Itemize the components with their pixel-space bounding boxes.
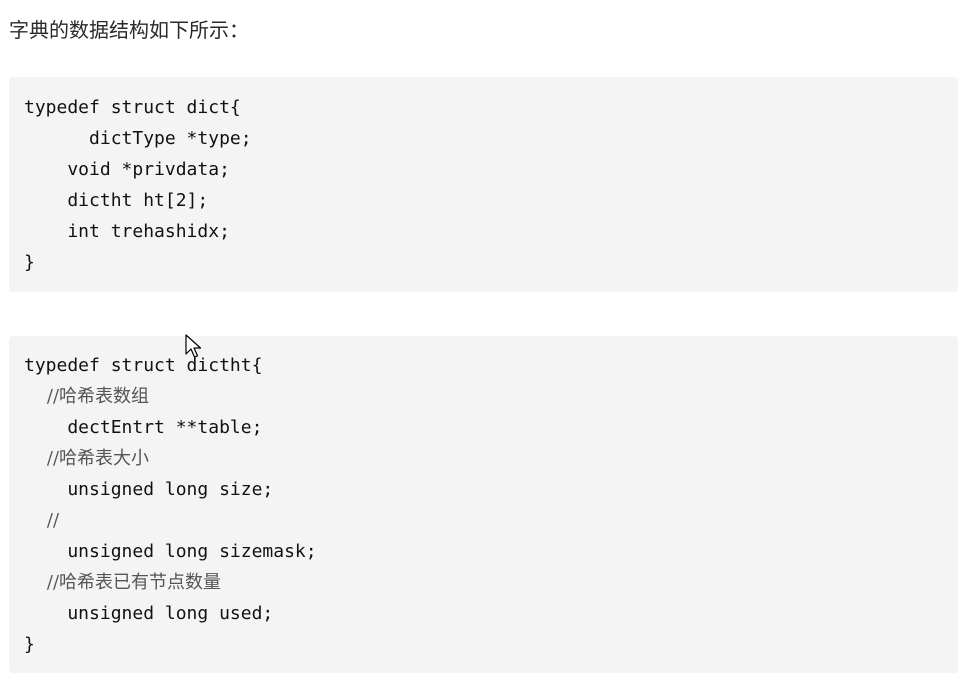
code-line: unsigned long sizemask;	[24, 541, 317, 562]
code-line: unsigned long size;	[24, 479, 274, 500]
code-line: typedef struct dictht{	[24, 355, 263, 376]
code-line: unsigned long used;	[24, 603, 274, 624]
code-line: void *privdata;	[24, 159, 230, 180]
code-comment-line: //哈希表数组	[24, 386, 150, 407]
code-line: }	[24, 252, 35, 273]
code-comment-line: //哈希表大小	[24, 448, 150, 469]
code-line: dectEntrt **table;	[24, 417, 263, 438]
code-line: int trehashidx;	[24, 221, 230, 242]
code-block-dictht[interactable]: typedef struct dictht{ //哈希表数组 dectEntrt…	[9, 336, 958, 673]
mouse-pointer-icon	[185, 334, 202, 358]
code-line: dictType *type;	[24, 128, 252, 149]
code-block-dict[interactable]: typedef struct dict{ dictType *type; voi…	[9, 77, 958, 292]
intro-text: 字典的数据结构如下所示：	[9, 18, 249, 42]
code-line: }	[24, 634, 35, 655]
code-comment-line: //	[24, 510, 60, 531]
code-line: typedef struct dict{	[24, 97, 241, 118]
code-comment-line: //哈希表已有节点数量	[24, 572, 222, 593]
code-line: dictht ht[2];	[24, 190, 209, 211]
